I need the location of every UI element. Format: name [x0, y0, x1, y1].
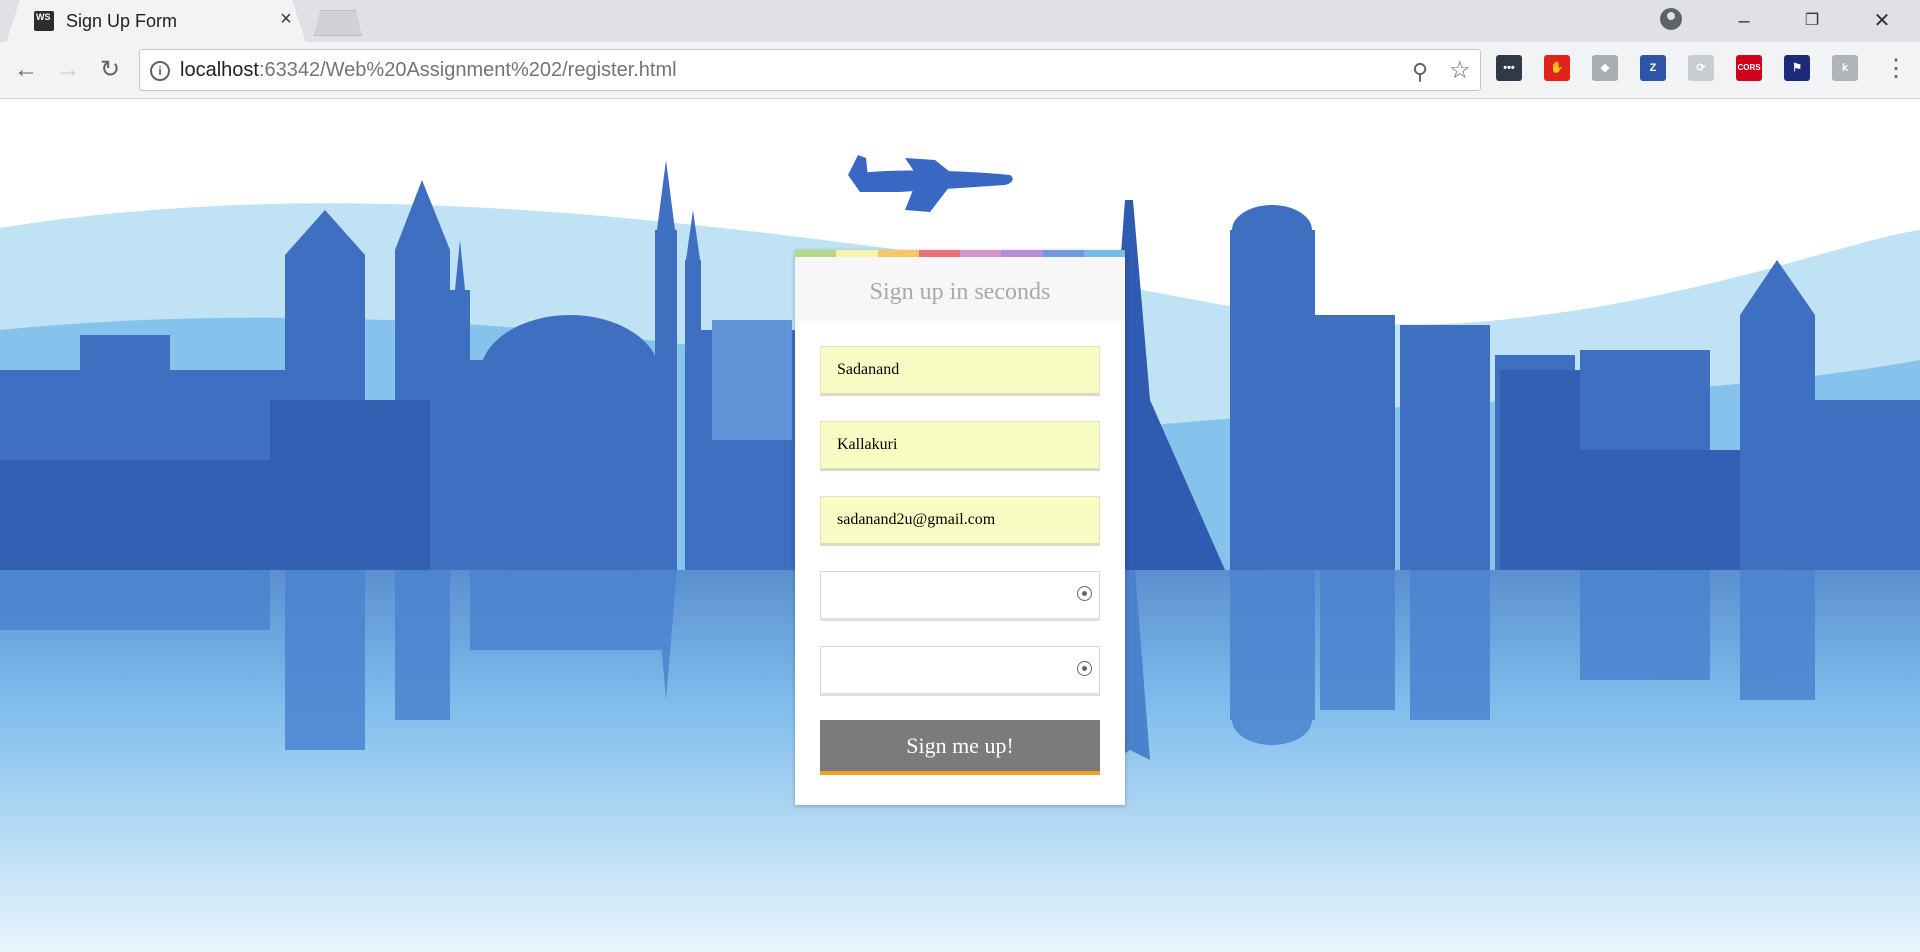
ext-grey-icon[interactable]: k [1832, 55, 1858, 81]
email-input[interactable] [820, 496, 1100, 546]
form-title: Sign up in seconds [869, 279, 1051, 305]
zoom-icon[interactable]: ⚲ [1412, 59, 1428, 85]
password-manager-key-icon[interactable] [1077, 661, 1092, 676]
page-viewport: Sign up in seconds Sign me up! [0, 100, 1920, 952]
profile-icon[interactable] [1660, 8, 1682, 30]
last-name-input[interactable] [820, 421, 1100, 471]
password-field-wrap [820, 571, 1100, 621]
browser-tab-bar: WS Sign Up Form × – ❐ ✕ [0, 0, 1920, 43]
webstorm-favicon-icon: WS [34, 11, 54, 31]
color-stripe-bar [795, 250, 1125, 257]
password-input[interactable] [820, 571, 1100, 621]
url-path: :63342/Web%20Assignment%202/register.htm… [258, 59, 677, 81]
sign-up-button[interactable]: Sign me up! [820, 720, 1100, 775]
ext-zotero-icon[interactable]: Z [1640, 55, 1666, 81]
stripe-segment [877, 250, 919, 257]
close-window-button[interactable]: ✕ [1867, 6, 1897, 36]
tab-close-icon[interactable]: × [276, 9, 296, 29]
confirm-password-input[interactable] [820, 646, 1100, 696]
kebab-menu-icon[interactable]: ⋮ [1884, 54, 1908, 83]
info-icon[interactable]: i [150, 61, 170, 81]
ext-cors-icon[interactable]: CORS [1736, 55, 1762, 81]
bookmark-star-icon[interactable]: ☆ [1449, 56, 1471, 85]
back-arrow-icon[interactable]: ← [10, 54, 42, 86]
card-header: Sign up in seconds [795, 257, 1125, 321]
stripe-segment [1083, 250, 1125, 257]
ext-shield-icon[interactable]: ◆ [1592, 55, 1618, 81]
stripe-segment [1042, 250, 1084, 257]
url-host: localhost [180, 59, 259, 81]
address-bar[interactable]: i localhost:63342/Web%20Assignment%202/r… [139, 49, 1481, 91]
signup-card: Sign up in seconds Sign me up! [795, 250, 1125, 805]
forward-arrow-icon[interactable]: → [52, 54, 84, 86]
stripe-segment [836, 250, 878, 257]
ext-swirl-icon[interactable]: ⟳ [1688, 55, 1714, 81]
airplane-icon [848, 155, 1013, 212]
minimize-button[interactable]: – [1729, 6, 1759, 36]
stripe-segment [918, 250, 960, 257]
browser-toolbar: ← → ↻ i localhost:63342/Web%20Assignment… [0, 42, 1920, 99]
ext-flag-icon[interactable]: ⚑ [1784, 55, 1810, 81]
confirm-password-field-wrap [820, 646, 1100, 696]
stripe-segment [795, 250, 837, 257]
ext-dashlane-icon[interactable]: ••• [1496, 55, 1522, 81]
stripe-segment [960, 250, 1002, 257]
restore-button[interactable]: ❐ [1797, 6, 1827, 36]
tab-title: Sign Up Form [66, 11, 178, 31]
ext-adblock-icon[interactable]: ✋ [1544, 55, 1570, 81]
first-name-input[interactable] [820, 346, 1100, 396]
new-tab-button[interactable] [314, 10, 362, 36]
password-manager-key-icon[interactable] [1077, 586, 1092, 601]
reload-icon[interactable]: ↻ [94, 54, 126, 86]
url-text[interactable]: localhost:63342/Web%20Assignment%202/reg… [180, 59, 677, 82]
stripe-segment [1001, 250, 1043, 257]
